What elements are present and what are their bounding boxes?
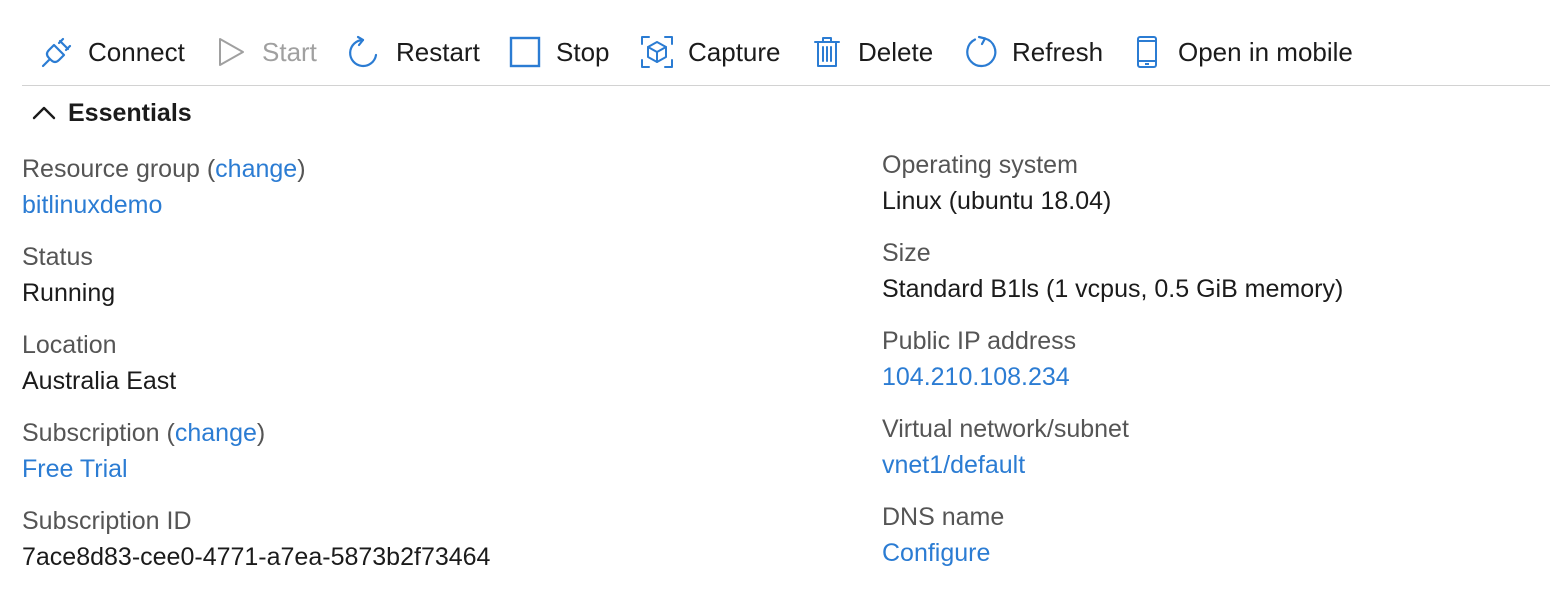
connect-button[interactable]: Connect (38, 32, 185, 72)
public-ip-label: Public IP address (882, 327, 1077, 355)
size-field: Size Standard B1ls (1 vcpus, 0.5 GiB mem… (882, 236, 1343, 324)
connect-label: Connect (88, 36, 185, 67)
status-label: Status (22, 243, 93, 271)
resource-group-label: Resource group (22, 155, 200, 183)
status-field: Status Running (22, 240, 490, 328)
resource-group-field: Resource group (change) bitlinuxdemo (22, 152, 490, 240)
command-bar: Connect Start Restart Stop Capture Delet… (22, 22, 1550, 86)
location-value: Australia East (22, 367, 177, 395)
location-field: Location Australia East (22, 328, 490, 416)
play-icon (212, 33, 250, 71)
subscription-label: Subscription (22, 419, 160, 447)
operating-system-value: Linux (ubuntu 18.04) (882, 187, 1112, 215)
restart-label: Restart (396, 36, 480, 67)
capture-button[interactable]: Capture (638, 32, 781, 72)
essentials-left-column: Resource group (change) bitlinuxdemo Sta… (22, 152, 490, 592)
subscription-id-value: 7ace8d83-cee0-4771-a7ea-5873b2f73464 (22, 543, 491, 571)
delete-label: Delete (858, 36, 934, 67)
trash-icon (808, 33, 846, 71)
open-in-mobile-label: Open in mobile (1178, 36, 1353, 67)
refresh-label: Refresh (1012, 36, 1104, 67)
capture-icon (638, 33, 676, 71)
chevron-up-icon (32, 106, 56, 120)
stop-icon (506, 33, 544, 71)
operating-system-label: Operating system (882, 151, 1078, 179)
size-label: Size (882, 239, 931, 267)
virtual-network-label: Virtual network/subnet (882, 415, 1129, 443)
start-button[interactable]: Start (212, 32, 317, 72)
essentials-toggle[interactable]: Essentials (30, 95, 192, 131)
stop-button[interactable]: Stop (506, 32, 610, 72)
operating-system-field: Operating system Linux (ubuntu 18.04) (882, 148, 1343, 236)
status-value: Running (22, 279, 116, 307)
dns-configure-link[interactable]: Configure (882, 534, 1343, 572)
dns-name-label: DNS name (882, 503, 1005, 531)
subscription-change-link[interactable]: change (175, 419, 257, 447)
subscription-id-label: Subscription ID (22, 507, 192, 535)
stop-label: Stop (556, 36, 610, 67)
resource-group-link[interactable]: bitlinuxdemo (22, 186, 490, 224)
mobile-icon (1128, 33, 1166, 71)
virtual-network-link[interactable]: vnet1/default (882, 446, 1343, 484)
subscription-field: Subscription (change) Free Trial (22, 416, 490, 504)
restart-icon (346, 33, 384, 71)
public-ip-field: Public IP address 104.210.108.234 (882, 324, 1343, 412)
plug-icon (38, 33, 76, 71)
resource-group-change-link[interactable]: change (215, 155, 297, 183)
public-ip-link[interactable]: 104.210.108.234 (882, 358, 1343, 396)
refresh-button[interactable]: Refresh (962, 32, 1103, 72)
open-in-mobile-button[interactable]: Open in mobile (1128, 32, 1353, 72)
capture-label: Capture (688, 36, 781, 67)
dns-name-field: DNS name Configure (882, 500, 1343, 588)
subscription-link[interactable]: Free Trial (22, 450, 490, 488)
location-label: Location (22, 331, 117, 359)
essentials-title: Essentials (68, 98, 192, 127)
delete-button[interactable]: Delete (808, 32, 933, 72)
size-value: Standard B1ls (1 vcpus, 0.5 GiB memory) (882, 275, 1344, 303)
refresh-icon (962, 33, 1000, 71)
restart-button[interactable]: Restart (346, 32, 480, 72)
start-label: Start (262, 36, 317, 67)
essentials-right-column: Operating system Linux (ubuntu 18.04) Si… (882, 148, 1343, 588)
virtual-network-field: Virtual network/subnet vnet1/default (882, 412, 1343, 500)
subscription-id-field: Subscription ID 7ace8d83-cee0-4771-a7ea-… (22, 504, 490, 592)
